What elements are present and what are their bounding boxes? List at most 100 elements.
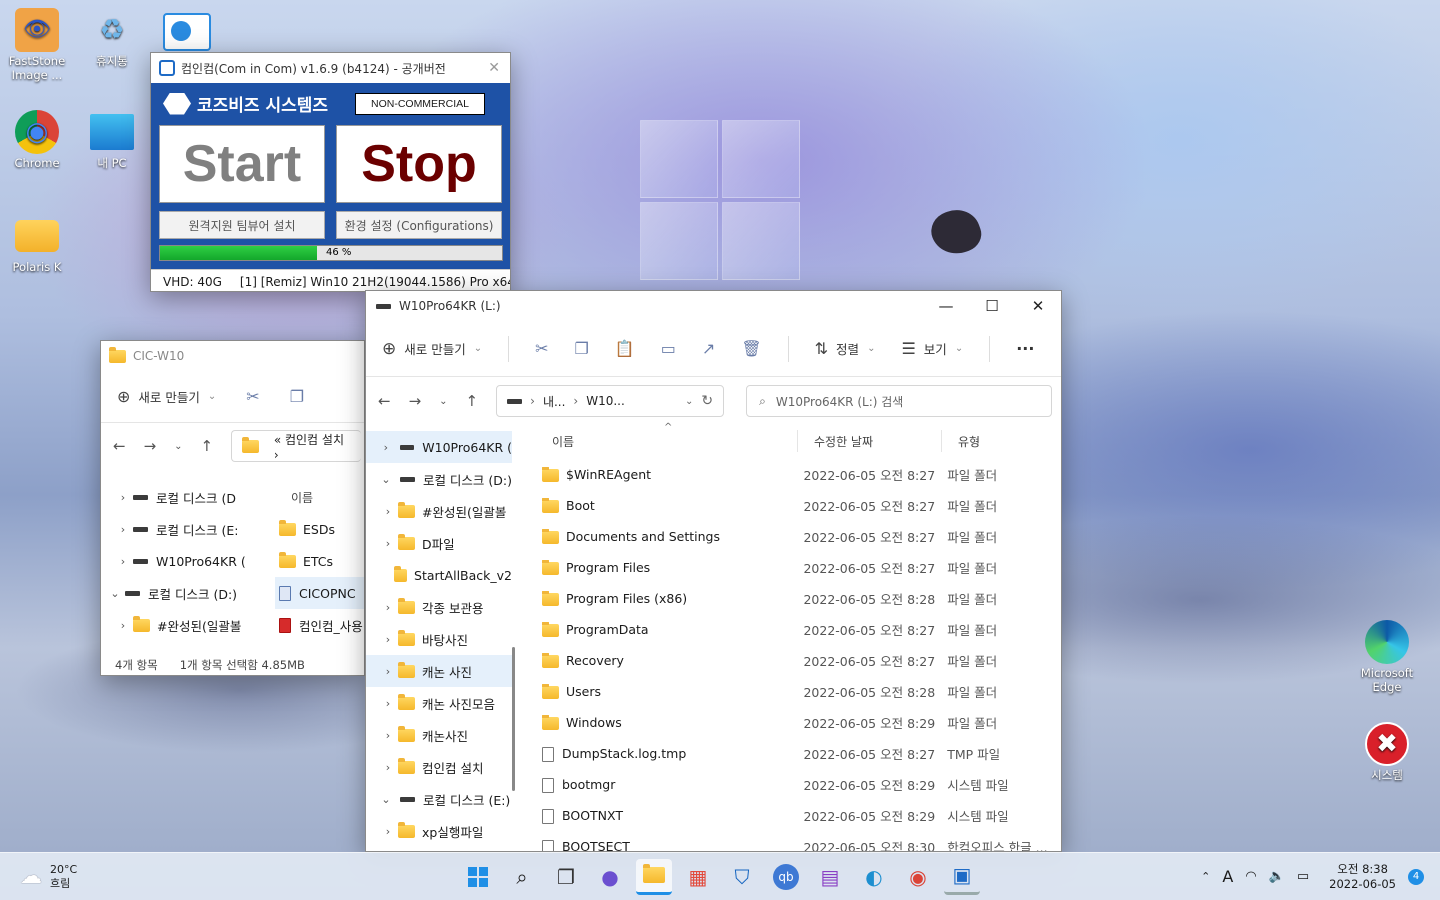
cut-icon[interactable]: ✂ — [535, 339, 548, 358]
configurations-button[interactable]: 환경 설정 (Configurations) — [336, 211, 502, 239]
new-button[interactable]: ⊕ 새로 만들기 ⌄ — [117, 387, 216, 406]
table-row[interactable]: Users 2022-06-05 오전 8:28 파일 폴더 — [536, 676, 1051, 707]
notification-badge[interactable]: 4 — [1408, 868, 1424, 885]
notes-icon[interactable]: ▤ — [812, 859, 848, 895]
tree-item[interactable]: › 캐논사진 — [366, 719, 512, 751]
chevron-down-icon[interactable]: ⌄ — [685, 396, 693, 407]
cut-icon[interactable]: ✂ — [246, 387, 259, 406]
cic-folder-titlebar[interactable]: CIC-W10 — [101, 341, 364, 371]
copy-icon[interactable]: ❐ — [575, 339, 589, 358]
cic-app-icon[interactable] — [163, 13, 211, 51]
edge-icon[interactable]: ◐ — [856, 859, 892, 895]
paste-icon[interactable]: 📋 — [615, 339, 635, 358]
table-row[interactable]: Windows 2022-06-05 오전 8:29 파일 폴더 — [536, 707, 1051, 738]
clock[interactable]: 오전 8:38 2022-06-05 — [1329, 862, 1396, 892]
chevron-right-icon[interactable]: › — [378, 601, 398, 614]
chevron-down-icon[interactable]: ⌄ — [174, 441, 182, 452]
table-row[interactable]: Recovery 2022-06-05 오전 8:27 파일 폴더 — [536, 645, 1051, 676]
tree-item[interactable]: › 로컬 디스크 (D — [101, 481, 251, 513]
table-row[interactable]: ProgramData 2022-06-05 오전 8:27 파일 폴더 — [536, 614, 1051, 645]
store-icon[interactable]: ▦ — [680, 859, 716, 895]
tree-item[interactable]: › 캐논 사진 — [366, 655, 512, 687]
chevron-right-icon[interactable]: › — [378, 633, 398, 646]
shield-icon[interactable]: ⛉ — [724, 859, 760, 895]
column-header-name[interactable]: 이름 — [275, 481, 364, 513]
breadcrumb-item[interactable]: W10... — [586, 394, 625, 408]
tree-item[interactable]: › 로컬 디스크 (E: — [101, 513, 251, 545]
tree-item[interactable]: › #완성된(일괄볼 — [366, 495, 512, 527]
column-header-date[interactable]: 수정한 날짜 — [798, 430, 942, 452]
chevron-right-icon[interactable]: › — [113, 523, 133, 536]
tree-item[interactable]: › D파일 — [366, 527, 512, 559]
desktop-icon-edge[interactable]: ◐ Microsoft Edge — [1350, 620, 1424, 694]
table-row[interactable]: Program Files (x86) 2022-06-05 오전 8:28 파일 … — [536, 583, 1051, 614]
back-icon[interactable]: ← — [113, 437, 126, 455]
desktop-icon-system[interactable]: ✖ 시스템 — [1350, 722, 1424, 782]
new-button[interactable]: ⊕ 새로 만들기 ⌄ — [382, 339, 482, 359]
chevron-down-icon[interactable]: ⌄ — [376, 473, 396, 486]
share-icon[interactable]: ↗ — [702, 339, 715, 358]
chrome-icon[interactable]: ◉ — [900, 859, 936, 895]
address-bar[interactable]: « 컴인컴 설치 › — [231, 430, 362, 462]
more-options-button[interactable]: ··· — [1016, 339, 1034, 358]
rename-icon[interactable]: ▭ — [661, 339, 676, 358]
desktop-icon-recycle-bin[interactable]: ♻ 휴지통 — [75, 8, 149, 69]
search-icon[interactable]: ⌕ — [504, 859, 540, 895]
chevron-right-icon[interactable]: › — [378, 825, 398, 838]
sort-button[interactable]: ⇅ 정렬 ⌄ — [815, 339, 876, 358]
chevron-up-icon[interactable]: ⌃ — [1201, 870, 1210, 883]
stop-button[interactable]: Stop — [336, 125, 502, 203]
teamviewer-install-button[interactable]: 원격지원 팀뷰어 설치 — [159, 211, 325, 239]
scrollbar-thumb[interactable] — [512, 647, 515, 791]
forward-icon[interactable]: → — [409, 392, 422, 410]
cic-titlebar[interactable]: 컴인컴(Com in Com) v1.6.9 (b4124) - 공개버전 ✕ — [151, 53, 510, 83]
tree-item[interactable]: › 바탕사진 — [366, 623, 512, 655]
close-icon[interactable]: ✕ — [1015, 297, 1061, 315]
column-header-name[interactable]: 이름 ^ — [536, 422, 798, 452]
cic-app-window[interactable]: 컴인컴(Com in Com) v1.6.9 (b4124) - 공개버전 ✕ … — [150, 52, 511, 292]
wifi-icon[interactable]: ◠ — [1245, 869, 1256, 884]
up-icon[interactable]: ↑ — [201, 437, 214, 455]
tree-item[interactable]: › xp실행파일 — [366, 815, 512, 847]
tree-item[interactable]: ⌄ 로컬 디스크 (D:) — [366, 463, 512, 495]
table-row[interactable]: bootmgr 2022-06-05 오전 8:29 시스템 파일 — [536, 769, 1051, 800]
table-row[interactable]: Documents and Settings 2022-06-05 오전 8:27… — [536, 521, 1051, 552]
tree-item[interactable]: StartAllBack_v2 — [366, 559, 512, 591]
qbittorrent-icon[interactable]: qb — [768, 859, 804, 895]
chevron-down-icon[interactable]: ⌄ — [376, 793, 396, 806]
list-item[interactable]: CICOPNC — [275, 577, 364, 609]
desktop-icon-faststone[interactable]: 👁 FastStone Image ... — [0, 8, 74, 82]
tree-item[interactable]: › 각종 보관용 — [366, 591, 512, 623]
search-input[interactable]: W10Pro64KR (L:) 검색 — [776, 393, 903, 410]
chevron-right-icon[interactable]: › — [378, 537, 398, 550]
chevron-down-icon[interactable]: ⌄ — [105, 587, 125, 600]
explorer-window[interactable]: W10Pro64KR (L:) — ☐ ✕ ⊕ 새로 만들기 ⌄ ✂ ❐ 📋 ▭ ↗… — [365, 290, 1062, 852]
chevron-right-icon[interactable]: › — [376, 441, 396, 454]
tree-item[interactable]: ⌄ 로컬 디스크 (E:) — [366, 783, 512, 815]
weather-widget[interactable]: ☁ 20°C 흐림 — [0, 863, 120, 891]
chevron-right-icon[interactable]: › — [378, 697, 398, 710]
tree-item[interactable]: › W10Pro64KR ( — [366, 431, 512, 463]
recent-locations-icon[interactable]: ⌄ — [439, 396, 447, 407]
chevron-right-icon[interactable]: › — [378, 761, 398, 774]
battery-icon[interactable]: ▭ — [1297, 869, 1309, 884]
desktop-icon-this-pc[interactable]: 🖥 내 PC — [75, 110, 149, 170]
table-row[interactable]: $WinREAgent 2022-06-05 오전 8:27 파일 폴더 — [536, 459, 1051, 490]
start-icon[interactable] — [460, 859, 496, 895]
refresh-icon[interactable]: ↻ — [701, 393, 713, 409]
list-item[interactable]: ETCs — [275, 545, 364, 577]
tree-item[interactable]: › 캐논 사진모음 — [366, 687, 512, 719]
chevron-right-icon[interactable]: › — [113, 555, 133, 568]
copy-icon[interactable]: ❐ — [290, 387, 304, 406]
back-icon[interactable]: ← — [378, 392, 391, 410]
cic-folder-window[interactable]: CIC-W10 ⊕ 새로 만들기 ⌄ ✂ ❐ ← → ⌄ ↑ « 컴인컴 설치 › … — [100, 340, 365, 676]
chevron-right-icon[interactable]: › — [378, 505, 398, 518]
tree-item[interactable]: ⌄ 로컬 디스크 (D:) — [101, 577, 251, 609]
table-row[interactable]: DumpStack.log.tmp 2022-06-05 오전 8:27 TMP 파… — [536, 738, 1051, 769]
start-button[interactable]: Start — [159, 125, 325, 203]
desktop-icon-chrome[interactable]: ◉ Chrome — [0, 110, 74, 170]
address-bar[interactable]: › 내... › W10... ⌄ ↻ — [496, 385, 725, 417]
up-icon[interactable]: ↑ — [466, 392, 479, 410]
file-explorer-icon[interactable] — [636, 858, 672, 895]
delete-icon[interactable]: 🗑 — [741, 339, 761, 358]
